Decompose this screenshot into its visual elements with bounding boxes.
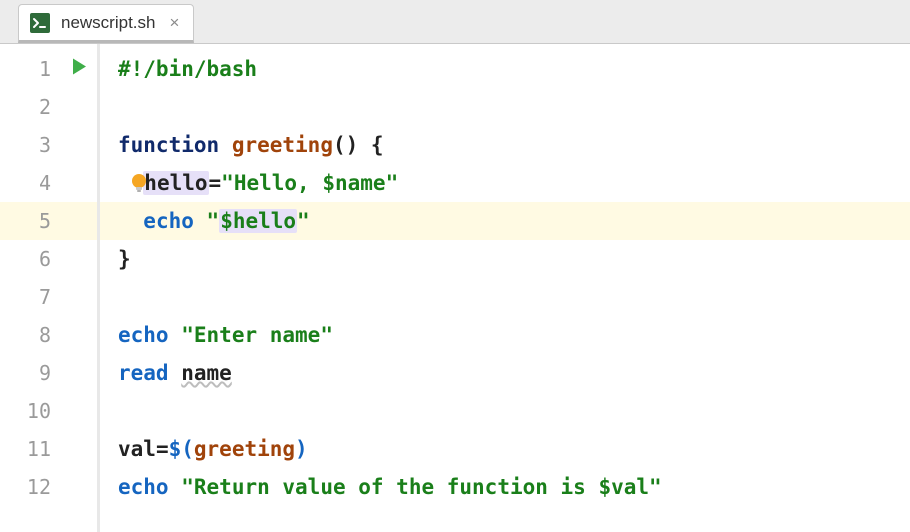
- shell-file-icon: [29, 12, 51, 34]
- function-call: greeting: [194, 437, 295, 461]
- builtin-echo: echo: [118, 323, 169, 347]
- string-literal: Enter name: [194, 323, 320, 347]
- gutter-line[interactable]: 6: [0, 240, 97, 278]
- space: [169, 361, 182, 385]
- line-number: 3: [39, 133, 51, 157]
- string-var: $val: [598, 475, 649, 499]
- gutter-line[interactable]: 3: [0, 126, 97, 164]
- gutter-line[interactable]: 12: [0, 468, 97, 506]
- string-var: $name: [322, 171, 385, 195]
- line-number: 7: [39, 285, 51, 309]
- code-line[interactable]: hello="Hello, $name": [100, 164, 910, 202]
- line-number: 2: [39, 95, 51, 119]
- string-open-quote: ": [181, 323, 194, 347]
- builtin-echo: echo: [118, 475, 169, 499]
- code-line[interactable]: [100, 88, 910, 126]
- code-line[interactable]: echo "$hello": [100, 202, 910, 240]
- line-number: 9: [39, 361, 51, 385]
- string-close-quote: ": [297, 209, 310, 233]
- space: [219, 133, 232, 157]
- equals: =: [156, 437, 169, 461]
- close-brace: }: [118, 247, 131, 271]
- function-name: greeting: [232, 133, 333, 157]
- line-number: 5: [39, 209, 51, 233]
- code-line[interactable]: function greeting() {: [100, 126, 910, 164]
- string-literal: Hello,: [234, 171, 323, 195]
- command-sub-open: $(: [169, 437, 194, 461]
- string-close-quote: ": [386, 171, 399, 195]
- string-open-quote: ": [221, 171, 234, 195]
- space: [169, 323, 182, 347]
- tab-filename: newscript.sh: [61, 13, 155, 33]
- gutter-line[interactable]: 11: [0, 430, 97, 468]
- tab-newscript[interactable]: newscript.sh ×: [18, 4, 194, 43]
- code-line[interactable]: echo "Return value of the function is $v…: [100, 468, 910, 506]
- line-number: 10: [27, 399, 51, 423]
- code-area[interactable]: #!/bin/bash function greeting() { hello=…: [100, 44, 910, 532]
- run-icon[interactable]: [69, 57, 89, 82]
- gutter-line[interactable]: 9: [0, 354, 97, 392]
- space: [169, 475, 182, 499]
- command-sub-close: ): [295, 437, 308, 461]
- keyword-function: function: [118, 133, 219, 157]
- intention-bulb-icon[interactable]: [128, 172, 150, 194]
- gutter-line[interactable]: 8: [0, 316, 97, 354]
- string-close-quote: ": [649, 475, 662, 499]
- editor: 1 2 3 4 5 6 7 8 9 10 11 12 #!/bin/bash f…: [0, 44, 910, 532]
- code-line[interactable]: [100, 392, 910, 430]
- tab-close-icon[interactable]: ×: [169, 14, 179, 31]
- gutter-line[interactable]: 10: [0, 392, 97, 430]
- read-arg: name: [181, 361, 232, 385]
- builtin-echo: echo: [143, 209, 194, 233]
- gutter-line[interactable]: 5: [0, 202, 97, 240]
- equals: =: [209, 171, 222, 195]
- line-number: 11: [27, 437, 51, 461]
- string-open-quote: ": [181, 475, 194, 499]
- string-open-quote: ": [207, 209, 220, 233]
- paren-brace: () {: [333, 133, 384, 157]
- builtin-read: read: [118, 361, 169, 385]
- string-close-quote: ": [320, 323, 333, 347]
- string-var: $hello: [219, 209, 297, 233]
- line-number: 8: [39, 323, 51, 347]
- line-number: 6: [39, 247, 51, 271]
- code-line[interactable]: echo "Enter name": [100, 316, 910, 354]
- string-literal: Return value of the function is: [194, 475, 599, 499]
- code-line[interactable]: #!/bin/bash: [100, 50, 910, 88]
- code-line[interactable]: [100, 278, 910, 316]
- var-assign-lhs: val: [118, 437, 156, 461]
- gutter-line[interactable]: 1: [0, 50, 97, 88]
- line-number: 4: [39, 171, 51, 195]
- code-line[interactable]: read name: [100, 354, 910, 392]
- line-number: 1: [39, 57, 51, 81]
- gutter-line[interactable]: 2: [0, 88, 97, 126]
- gutter: 1 2 3 4 5 6 7 8 9 10 11 12: [0, 44, 100, 532]
- gutter-line[interactable]: 7: [0, 278, 97, 316]
- code-line[interactable]: val=$(greeting): [100, 430, 910, 468]
- line-number: 12: [27, 475, 51, 499]
- tab-bar: newscript.sh ×: [0, 0, 910, 44]
- code-line[interactable]: }: [100, 240, 910, 278]
- gutter-line[interactable]: 4: [0, 164, 97, 202]
- indent: [118, 209, 143, 233]
- shebang: #!/bin/bash: [118, 57, 257, 81]
- var-assign-lhs: hello: [143, 171, 208, 195]
- space: [194, 209, 207, 233]
